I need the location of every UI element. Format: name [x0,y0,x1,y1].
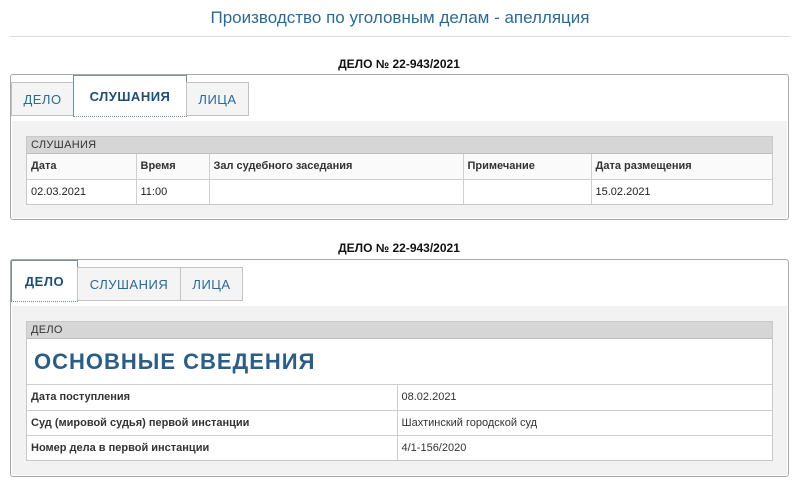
column-header-time: Время [136,154,210,180]
cell-note [463,179,592,204]
tab-hearings[interactable]: СЛУШАНИЯ [73,75,187,117]
table-header-row: Дата Время Зал судебного заседания Приме… [27,154,772,180]
field-value: Шахтинский городской суд [397,410,772,436]
table-row: Суд (мировой судья) первой инстанции Шах… [27,410,772,436]
field-label: Суд (мировой судья) первой инстанции [27,410,398,436]
case-block: ДЕЛО СЛУШАНИЯ ЛИЦА ДЕЛО ОСНОВНЫЕ СВЕДЕНИ… [10,259,789,477]
cell-publish-date: 15.02.2021 [595,185,651,198]
tab-delo[interactable]: ДЕЛО [11,260,78,302]
tab-hearings[interactable]: СЛУШАНИЯ [77,267,181,301]
column-header-date: Дата [27,154,137,180]
tab-persons[interactable]: ЛИЦА [186,82,249,116]
case-number-heading: ДЕЛО № 22-943/2021 [338,57,460,71]
case-info-container: ДЕЛО ОСНОВНЫЕ СВЕДЕНИЯ Дата поступления … [26,321,773,461]
table-row: Номер дела в первой инстанции 4/1-156/20… [27,435,772,460]
title-divider [10,36,790,37]
field-value: 4/1-156/2020 [401,441,467,454]
tab-delo[interactable]: ДЕЛО [11,82,74,116]
column-header-courtroom: Зал судебного заседания [209,154,464,180]
table-row: Дата поступления 08.02.2021 [27,385,772,411]
case-info-table: Дата поступления 08.02.2021 Суд (мировой… [27,385,772,460]
section-header: ДЕЛО [27,322,772,339]
tab-panel: СЛУШАНИЯ Дата Время Зал судебного заседа… [12,121,787,218]
field-label: Номер дела в первой инстанции [27,435,398,460]
field-label: Дата поступления [27,385,398,411]
tab-panel: ДЕЛО ОСНОВНЫЕ СВЕДЕНИЯ Дата поступления … [12,306,787,475]
field-value: 08.02.2021 [397,385,772,411]
table-row: 02.03.2021 11:00 15.02.2021 [27,179,772,204]
cell-courtroom [209,179,464,204]
column-header-publish-date: Дата размещения [591,154,772,180]
main-info-heading: ОСНОВНЫЕ СВЕДЕНИЯ [27,339,772,385]
hearings-table: Дата Время Зал судебного заседания Приме… [27,154,772,204]
case-number-heading: ДЕЛО № 22-943/2021 [338,241,460,255]
column-header-note: Примечание [463,154,592,180]
page-title: Производство по уголовным делам - апелля… [210,8,590,27]
hearings-block: ДЕЛО СЛУШАНИЯ ЛИЦА СЛУШАНИЯ Дата Время З… [10,74,789,220]
cell-date: 02.03.2021 [27,179,137,204]
tab-persons[interactable]: ЛИЦА [180,267,243,301]
hearings-table-container: СЛУШАНИЯ Дата Время Зал судебного заседа… [26,136,773,205]
cell-time: 11:00 [136,179,210,204]
section-header: СЛУШАНИЯ [27,137,772,154]
